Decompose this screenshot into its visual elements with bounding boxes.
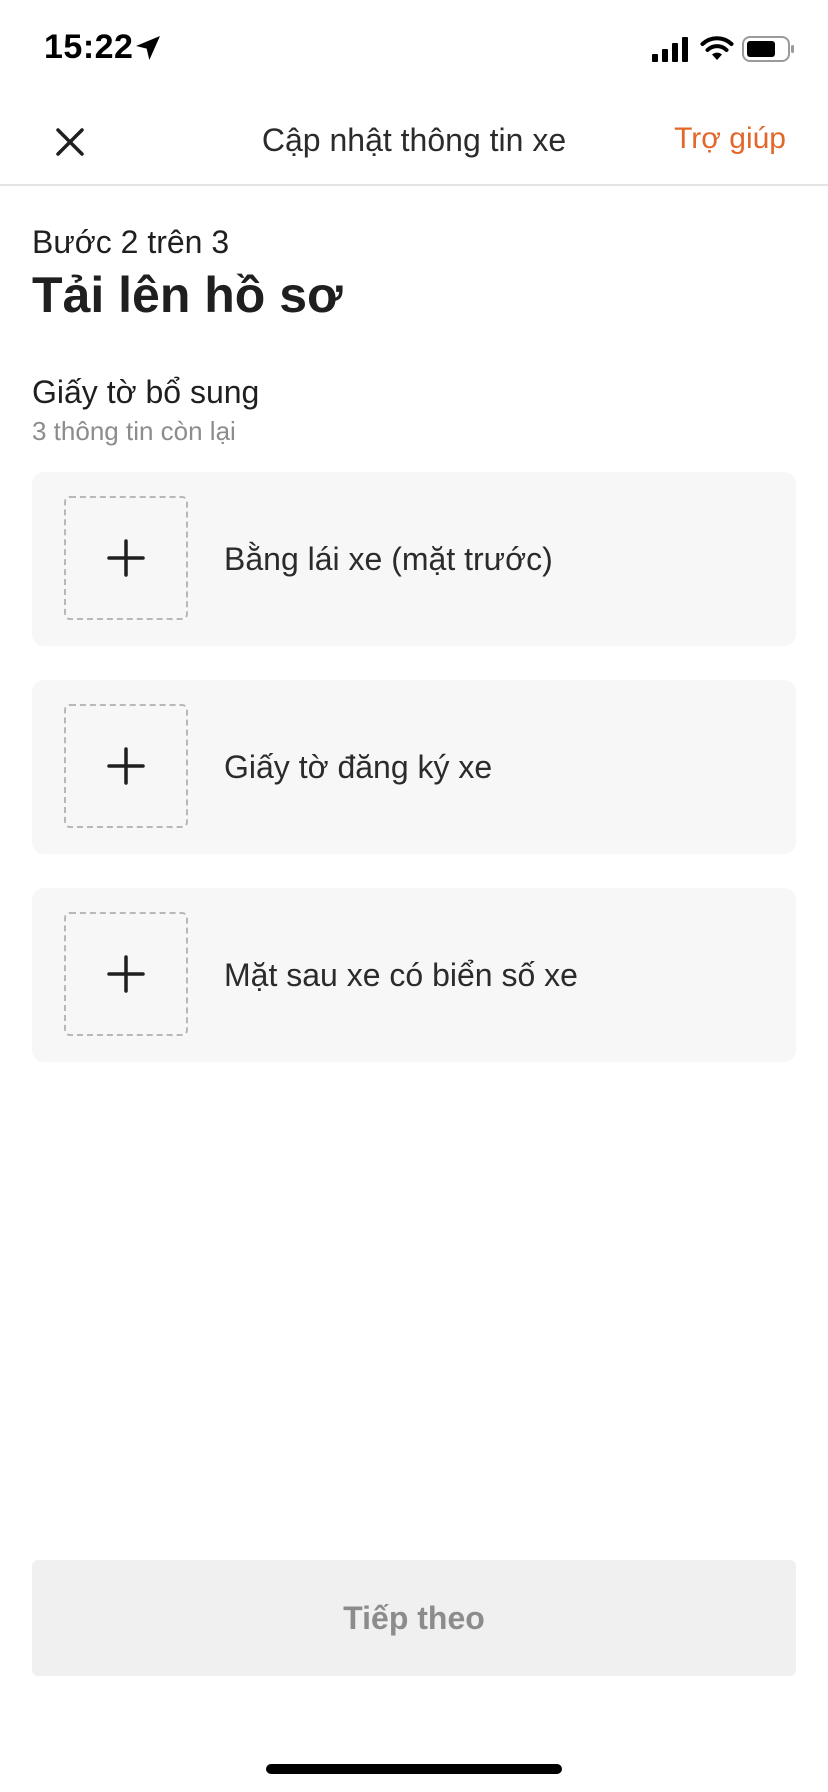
step-indicator: Bước 2 trên 3: [32, 224, 230, 260]
plus-icon: [107, 747, 145, 785]
upload-card-vehicle-registration[interactable]: Giấy tờ đăng ký xe: [32, 680, 796, 854]
help-link[interactable]: Trợ giúp: [674, 122, 786, 156]
page-title: Tải lên hồ sơ: [32, 267, 343, 323]
upload-card-rear-plate[interactable]: Mặt sau xe có biển số xe: [32, 888, 796, 1062]
upload-label: Mặt sau xe có biển số xe: [224, 957, 578, 993]
status-time: 15:22: [44, 28, 134, 66]
plus-icon: [107, 539, 145, 577]
signal-icon: [652, 37, 688, 62]
upload-list: Bằng lái xe (mặt trước) Giấy tờ đăng ký …: [32, 472, 796, 1096]
location-arrow-icon: [136, 36, 160, 60]
section-subtitle: 3 thông tin còn lại: [32, 416, 236, 446]
upload-label: Giấy tờ đăng ký xe: [224, 749, 493, 785]
section-title: Giấy tờ bổ sung: [32, 374, 260, 410]
battery-icon: [742, 36, 794, 62]
upload-card-license-front[interactable]: Bằng lái xe (mặt trước): [32, 472, 796, 646]
status-bar: 15:22: [0, 0, 828, 100]
upload-placeholder[interactable]: [64, 704, 188, 828]
nav-bar: Cập nhật thông tin xe Trợ giúp: [0, 100, 828, 186]
plus-icon: [107, 955, 145, 993]
wifi-icon: [700, 36, 734, 60]
home-indicator: [266, 1764, 562, 1774]
next-button[interactable]: Tiếp theo: [32, 1560, 796, 1676]
upload-placeholder[interactable]: [64, 912, 188, 1036]
upload-placeholder[interactable]: [64, 496, 188, 620]
upload-label: Bằng lái xe (mặt trước): [224, 541, 553, 577]
